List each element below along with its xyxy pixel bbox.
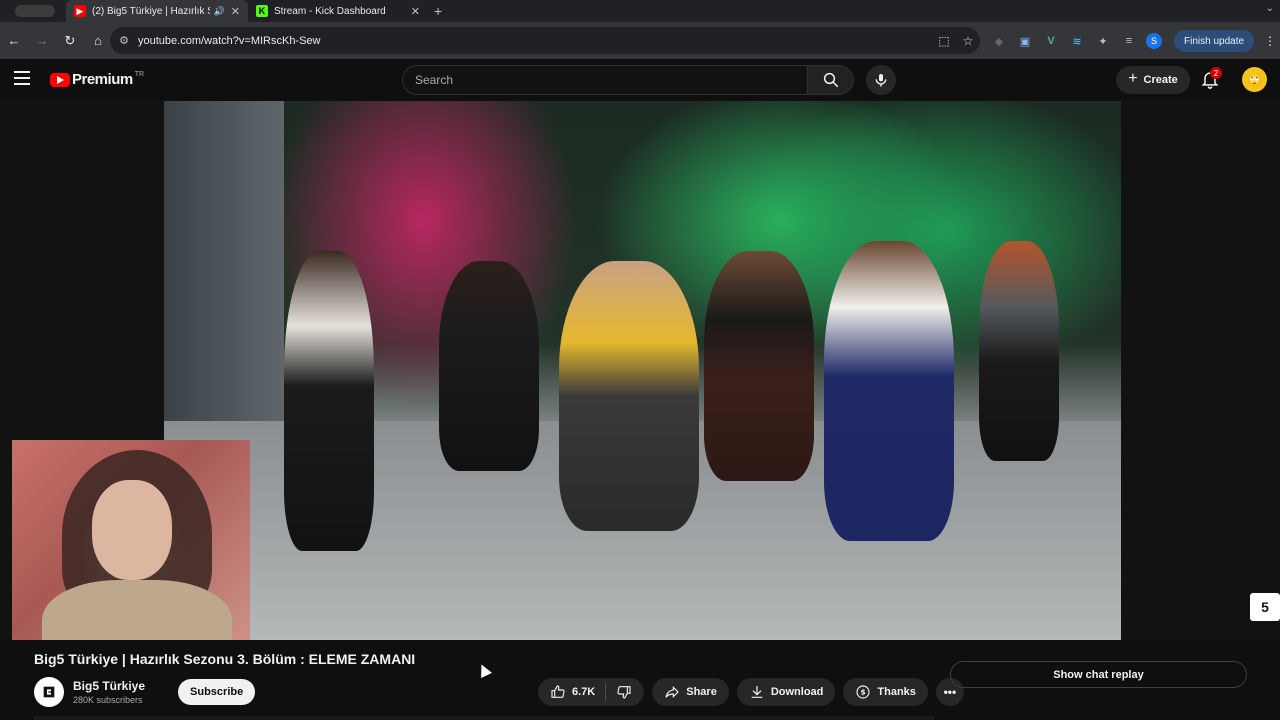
site-info-icon[interactable]: ⚙ xyxy=(110,34,138,47)
like-button[interactable]: 6.7K xyxy=(538,678,605,706)
address-bar[interactable]: ⚙ youtube.com/watch?v=MIRscKh-Sew ⬚ ☆ xyxy=(110,27,980,54)
logo-region: TR xyxy=(134,71,145,78)
plus-icon: + xyxy=(1128,70,1138,87)
tab-youtube[interactable]: ▶ (2) Big5 Türkiye | Hazırlık Sezonu 3. … xyxy=(66,0,248,22)
share-label: Share xyxy=(686,686,717,698)
thanks-label: Thanks xyxy=(877,686,916,698)
tab-title: Stream - Kick Dashboard xyxy=(274,5,386,17)
notifications-button[interactable]: 2 xyxy=(1200,67,1222,91)
video-actions: 6.7K Share Download $ Thanks ••• xyxy=(538,678,964,706)
account-avatar[interactable]: 🙄 xyxy=(1242,67,1267,92)
speaker-icon[interactable]: 🔊 xyxy=(214,6,225,17)
channel-logo-icon xyxy=(43,686,55,698)
video-figure xyxy=(439,261,539,471)
notification-badge: 2 xyxy=(1210,67,1222,79)
search-box: Search xyxy=(402,65,854,95)
thanks-button[interactable]: $ Thanks xyxy=(843,678,928,706)
thumbs-up-icon xyxy=(551,685,565,698)
browser-menu-icon[interactable]: ⋮ xyxy=(1264,34,1276,48)
tab-group-collapsed[interactable] xyxy=(4,3,66,19)
description-edge xyxy=(34,716,934,720)
translate-extension-icon[interactable]: ▣ xyxy=(1016,32,1034,50)
media-controls-icon[interactable]: ≡ xyxy=(1120,32,1138,50)
search-button[interactable] xyxy=(808,65,854,95)
microphone-icon xyxy=(875,74,887,87)
extensions-area: ◆ ▣ V ≋ ✦ ≡ S Finish update ⋮ xyxy=(990,30,1276,52)
channel-info: Big5 Türkiye 280K subscribers xyxy=(73,679,145,705)
youtube-play-logo-icon xyxy=(50,72,70,87)
back-arrow-icon[interactable]: ← xyxy=(0,33,28,48)
subscriber-count: 280K subscribers xyxy=(73,695,143,705)
video-player[interactable] xyxy=(0,101,1280,678)
search-icon xyxy=(823,72,838,88)
hamburger-menu-icon[interactable] xyxy=(14,71,30,85)
extensions-puzzle-icon[interactable]: ✦ xyxy=(1094,32,1112,50)
bookmark-star-icon[interactable]: ☆ xyxy=(956,34,980,48)
channel-name[interactable]: Big5 Türkiye xyxy=(73,679,145,693)
video-figure xyxy=(284,251,374,551)
create-button[interactable]: + Create xyxy=(1116,66,1190,94)
channel-row: Big5 Türkiye 280K subscribers Subscribe xyxy=(34,677,256,707)
show-chat-replay-button[interactable]: Show chat replay xyxy=(950,661,1247,688)
download-button[interactable]: Download xyxy=(736,678,836,706)
video-figure xyxy=(824,241,954,541)
create-label: Create xyxy=(1143,74,1178,86)
emoji-face-icon: 🙄 xyxy=(1247,72,1262,87)
thanks-dollar-icon: $ xyxy=(856,685,870,699)
search-input[interactable]: Search xyxy=(402,65,808,95)
like-count: 6.7K xyxy=(572,686,596,698)
install-app-icon[interactable]: ⬚ xyxy=(932,34,956,48)
youtube-header: Premium TR Search + Create 2 🙄 xyxy=(0,59,1280,101)
url-text[interactable]: youtube.com/watch?v=MIRscKh-Sew xyxy=(138,35,932,47)
like-dislike-group: 6.7K xyxy=(538,678,645,706)
logo-text: Premium xyxy=(72,71,133,88)
thumbs-down-icon xyxy=(617,686,631,699)
extension-puzzle-dim-icon[interactable]: ◆ xyxy=(990,32,1008,50)
video-title: Big5 Türkiye | Hazırlık Sezonu 3. Bölüm … xyxy=(34,651,416,667)
close-tab-icon[interactable]: ✕ xyxy=(411,5,420,18)
download-icon xyxy=(751,686,763,698)
voice-search-button[interactable] xyxy=(866,65,896,95)
video-frame[interactable] xyxy=(164,101,1121,640)
more-horizontal-icon: ••• xyxy=(943,685,957,699)
browser-tab-bar: ▶ (2) Big5 Türkiye | Hazırlık Sezonu 3. … xyxy=(0,0,1280,22)
video-figure xyxy=(559,261,699,531)
home-icon[interactable]: ⌂ xyxy=(84,33,112,48)
video-figure xyxy=(704,251,814,481)
share-icon xyxy=(665,685,680,699)
svg-text:$: $ xyxy=(861,688,866,697)
video-scene-wall xyxy=(164,101,284,421)
stylus-extension-icon[interactable]: ≋ xyxy=(1068,32,1086,50)
reload-icon[interactable]: ↻ xyxy=(56,33,84,49)
vue-extension-icon[interactable]: V xyxy=(1042,32,1060,50)
youtube-favicon-icon: ▶ xyxy=(74,5,86,17)
webcam-figure-face xyxy=(92,480,172,580)
forward-arrow-icon[interactable]: → xyxy=(28,33,56,48)
channel-avatar[interactable] xyxy=(34,677,64,707)
channel-watermark[interactable]: 5 xyxy=(1250,593,1280,621)
share-button[interactable]: Share xyxy=(652,678,729,706)
finish-update-button[interactable]: Finish update xyxy=(1174,30,1255,52)
video-figure xyxy=(979,241,1059,461)
video-details: Big5 Türkiye | Hazırlık Sezonu 3. Bölüm … xyxy=(0,640,1280,720)
tab-search-chevron-icon[interactable]: ⌄ xyxy=(1266,3,1274,14)
tab-kick[interactable]: K Stream - Kick Dashboard ✕ xyxy=(248,0,428,22)
tab-group-pill xyxy=(15,5,55,17)
youtube-logo[interactable]: Premium TR xyxy=(50,71,144,88)
profile-avatar[interactable]: S xyxy=(1146,33,1162,49)
download-label: Download xyxy=(770,686,824,698)
subscribe-button[interactable]: Subscribe xyxy=(178,679,256,705)
dislike-button[interactable] xyxy=(606,678,644,706)
close-tab-icon[interactable]: ✕ xyxy=(231,5,240,18)
kick-favicon-icon: K xyxy=(256,5,268,17)
new-tab-icon[interactable]: + xyxy=(434,3,442,19)
browser-toolbar: ← → ↻ ⌂ ⚙ youtube.com/watch?v=MIRscKh-Se… xyxy=(0,22,1280,59)
tab-title: (2) Big5 Türkiye | Hazırlık Sezonu 3. Bö… xyxy=(92,5,210,17)
